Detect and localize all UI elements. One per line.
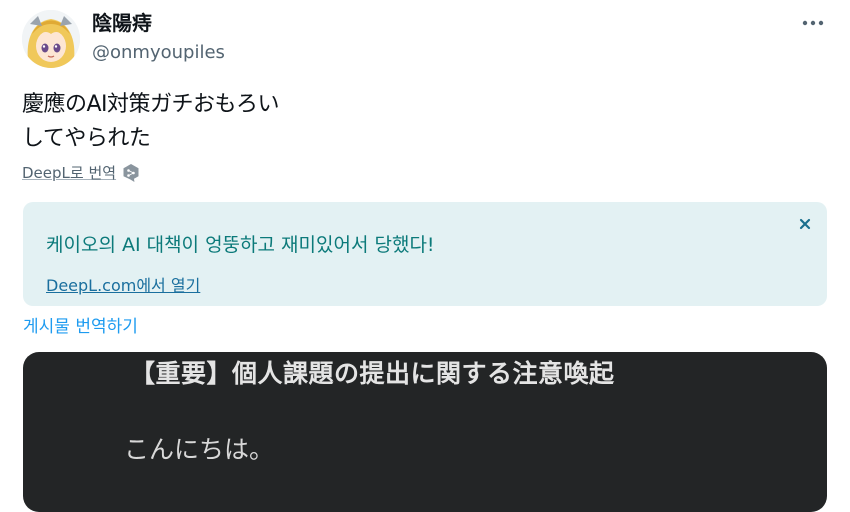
avatar[interactable] [22,10,80,68]
deepl-translate-link[interactable]: DeepL로 번역 [22,162,116,183]
open-in-deepl-link[interactable]: DeepL.com에서 열기 [46,272,200,296]
translation-panel: 케이오의 AI 대책이 엉뚱하고 재미있어서 당했다! DeepL.com에서 … [23,202,827,306]
deepl-logo-icon [123,163,139,182]
author-display-name[interactable]: 陰陽痔 [92,11,152,35]
post-text-line: 慶應のAI対策ガチおもろい [22,92,280,117]
close-translation-button[interactable] [795,214,815,234]
post-text: 慶應のAI対策ガチおもろい してやられた [22,88,280,156]
media-title-text: 【重要】個人課題の提出に関する注意喚起 [130,359,615,388]
more-options-icon [802,20,824,26]
post-media-image[interactable]: 【重要】個人課題の提出に関する注意喚起 こんにちは。 [23,352,827,512]
author-handle[interactable]: @onmyoupiles [92,42,225,64]
post-text-line: してやられた [22,126,151,151]
anime-character-avatar-icon [22,10,80,68]
translate-post-link[interactable]: 게시물 번역하기 [23,312,138,337]
translation-text: 케이오의 AI 대책이 엉뚱하고 재미있어서 당했다! [46,234,435,256]
close-icon [799,218,811,230]
deepl-translate-row: DeepL로 번역 [22,162,140,183]
more-options-button[interactable] [798,10,828,36]
media-body-text: こんにちは。 [124,435,275,464]
